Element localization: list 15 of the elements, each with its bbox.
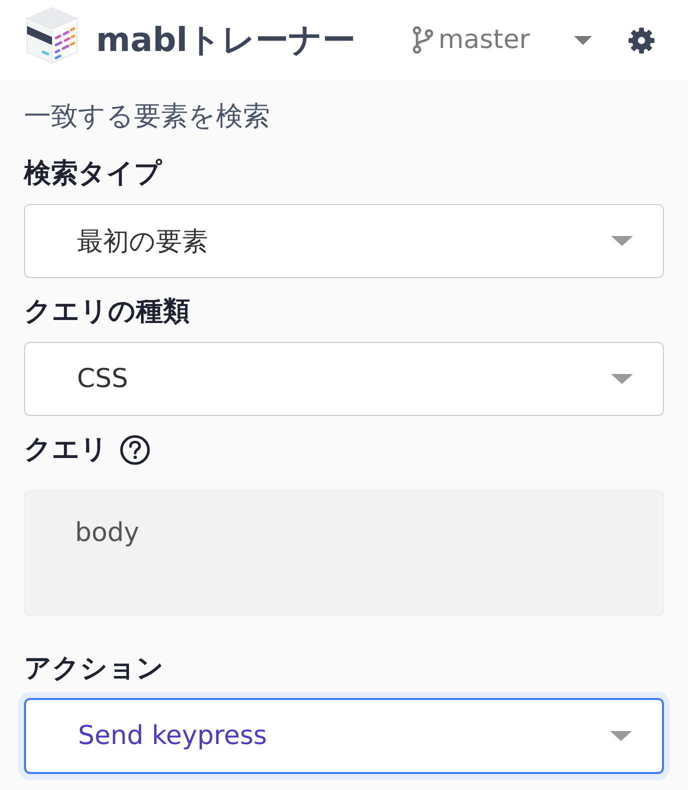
field-label: クエリの種類 — [24, 296, 190, 328]
field-label: クエリ — [24, 434, 108, 466]
dropdown-field[interactable]: CSS — [24, 342, 664, 416]
section-title: 一致する要素を検索 — [24, 101, 271, 133]
branch-selector[interactable]: master — [412, 25, 592, 55]
caret-icon — [574, 36, 592, 44]
settings-icon[interactable] — [628, 26, 655, 54]
dropdown-field[interactable]: 最初の要素 — [24, 204, 664, 278]
branch-icon — [412, 26, 434, 54]
caret-icon — [611, 236, 633, 246]
caret-icon — [611, 374, 633, 384]
field-label: アクション — [24, 653, 164, 685]
caret-icon — [610, 731, 632, 741]
field-label: 検索タイプ — [24, 158, 162, 190]
app-title: mablトレーナー — [96, 18, 356, 60]
